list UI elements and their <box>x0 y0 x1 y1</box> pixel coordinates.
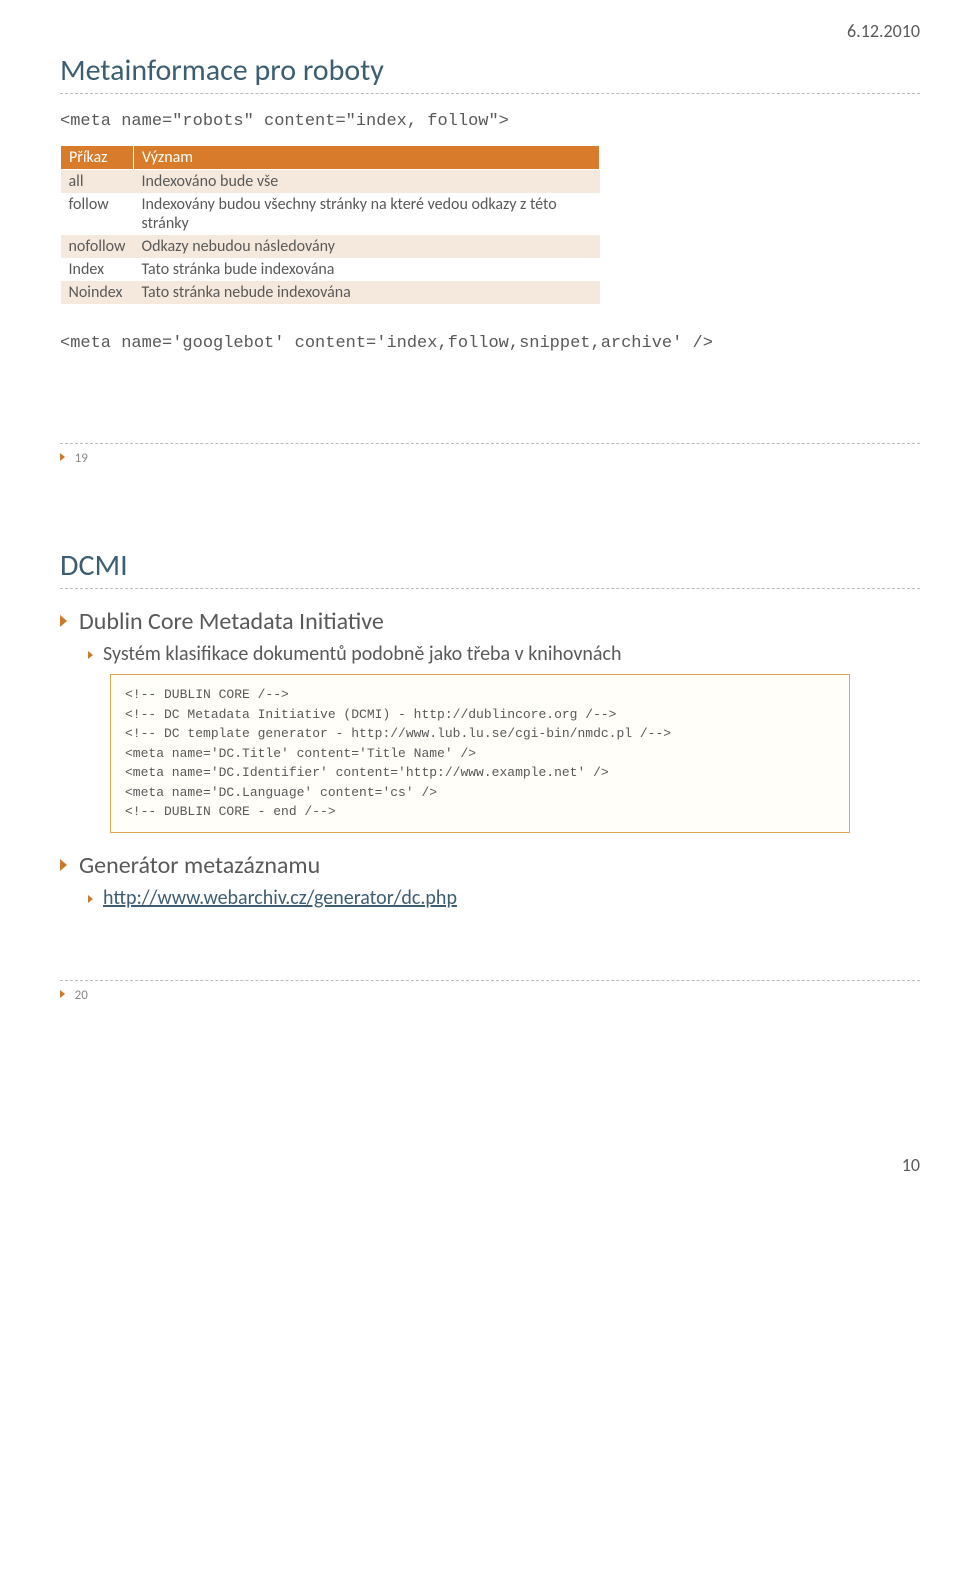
td-cmd: nofollow <box>61 235 134 258</box>
bullet-dcmi-sub: Systém klasifikace dokumentů podobně jak… <box>88 642 920 666</box>
td-desc: Indexováno bude vše <box>133 170 599 194</box>
td-desc: Tato stránka nebude indexována <box>133 281 599 304</box>
bullet-dcmi: Dublin Core Metadata Initiative <box>60 607 920 636</box>
code-line: <!-- DC template generator - http://www.… <box>125 724 835 744</box>
code-line: <!-- DC Metadata Initiative (DCMI) - htt… <box>125 705 835 725</box>
bullet-text: Dublin Core Metadata Initiative <box>79 607 384 636</box>
table-row: nofollow Odkazy nebudou následovány <box>61 235 600 258</box>
th-cmd: Příkaz <box>61 146 134 170</box>
bullet-text: Generátor metazáznamu <box>79 851 320 880</box>
td-cmd: Noindex <box>61 281 134 304</box>
table-row: Příkaz Význam <box>61 146 600 170</box>
td-desc: Indexovány budou všechny stránky na kter… <box>133 193 599 235</box>
page-number: 10 <box>0 1114 960 1196</box>
bullet-text: Systém klasifikace dokumentů podobně jak… <box>103 642 621 666</box>
slide-1-number: 19 <box>75 451 88 466</box>
dcmi-code-box: <!-- DUBLIN CORE /--> <!-- DC Metadata I… <box>110 674 850 833</box>
code-line: <!-- DUBLIN CORE /--> <box>125 685 835 705</box>
code-line: <!-- DUBLIN CORE - end /--> <box>125 802 835 822</box>
triangle-icon <box>88 651 93 659</box>
bullet-generator: Generátor metazáznamu <box>60 851 920 880</box>
table-row: Index Tato stránka bude indexována <box>61 258 600 281</box>
td-cmd: follow <box>61 193 134 235</box>
td-cmd: all <box>61 170 134 194</box>
td-desc: Odkazy nebudou následovány <box>133 235 599 258</box>
table-row: Noindex Tato stránka nebude indexována <box>61 281 600 304</box>
td-desc: Tato stránka bude indexována <box>133 258 599 281</box>
code-line: <meta name='DC.Language' content='cs' /> <box>125 783 835 803</box>
slide-1-footer-rule: 19 <box>60 443 920 467</box>
triangle-icon <box>60 615 67 627</box>
triangle-icon <box>60 859 67 871</box>
content: Metainformace pro roboty <meta name="rob… <box>0 52 960 1114</box>
slide-1-code-bottom: <meta name='googlebot' content='index,fo… <box>60 334 920 353</box>
th-desc: Význam <box>133 146 599 170</box>
page-date: 6.12.2010 <box>0 0 960 52</box>
generator-link[interactable]: http://www.webarchiv.cz/generator/dc.php <box>103 886 457 910</box>
slide-2: DCMI Dublin Core Metadata Initiative Sys… <box>60 547 920 1004</box>
table-row: all Indexováno bude vše <box>61 170 600 194</box>
triangle-icon <box>60 990 65 998</box>
code-line: <meta name='DC.Identifier' content='http… <box>125 763 835 783</box>
td-cmd: Index <box>61 258 134 281</box>
code-line: <meta name='DC.Title' content='Title Nam… <box>125 744 835 764</box>
slide-2-number: 20 <box>75 988 88 1003</box>
triangle-icon <box>88 895 93 903</box>
bullet-generator-link: http://www.webarchiv.cz/generator/dc.php <box>88 886 920 910</box>
slide-1-title: Metainformace pro roboty <box>60 52 920 94</box>
triangle-icon <box>60 453 65 461</box>
slide-2-footer-rule: 20 <box>60 980 920 1004</box>
robots-table: Příkaz Význam all Indexováno bude vše fo… <box>60 145 600 304</box>
slide-2-title: DCMI <box>60 547 920 589</box>
table-row: follow Indexovány budou všechny stránky … <box>61 193 600 235</box>
slide-1-code-top: <meta name="robots" content="index, foll… <box>60 112 920 131</box>
slide-1: Metainformace pro roboty <meta name="rob… <box>60 52 920 467</box>
